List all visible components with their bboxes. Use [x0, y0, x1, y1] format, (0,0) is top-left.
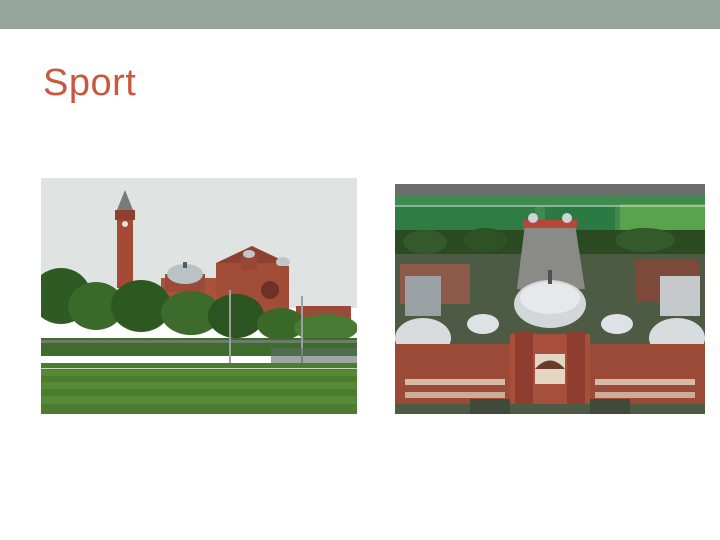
slide-title: Sport — [43, 62, 137, 104]
aerial-great-hall-sports-pitches-photo — [395, 184, 705, 414]
campus-clock-tower-playing-field-photo — [41, 178, 357, 414]
header-accent-band — [0, 0, 720, 29]
